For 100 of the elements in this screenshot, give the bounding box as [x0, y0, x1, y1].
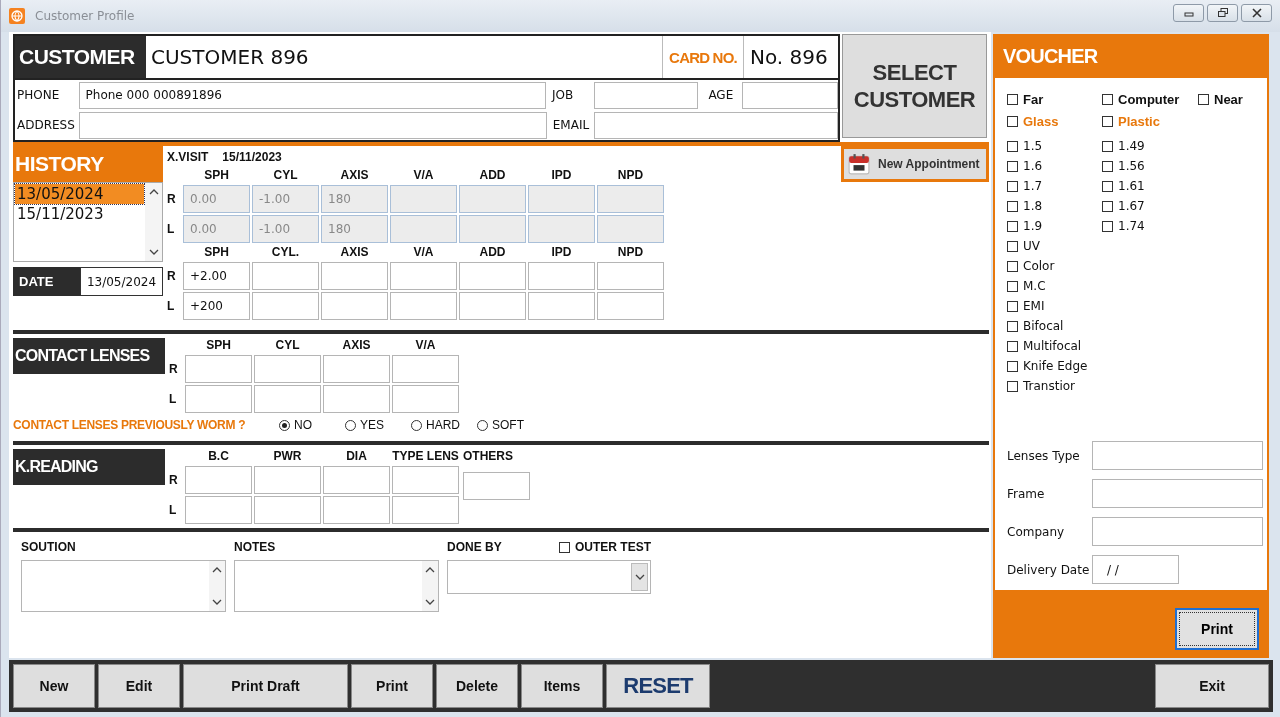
- checkbox[interactable]: UV: [1007, 236, 1102, 256]
- input-cell[interactable]: [528, 262, 595, 290]
- input-cell[interactable]: [392, 496, 459, 524]
- radio-option[interactable]: SOFT: [477, 418, 543, 432]
- job-field[interactable]: [593, 81, 698, 109]
- input-cell[interactable]: [323, 496, 390, 524]
- input-cell[interactable]: [254, 466, 321, 494]
- input-cell[interactable]: +2.00: [183, 262, 250, 290]
- checkbox[interactable]: EMI: [1007, 296, 1102, 316]
- checkbox[interactable]: Color: [1007, 256, 1102, 276]
- column-header: CYL: [272, 168, 299, 183]
- column-header: V/A: [412, 245, 435, 260]
- radio-option[interactable]: YES: [345, 418, 411, 432]
- toolbar-button[interactable]: RESET: [606, 664, 710, 708]
- input-cell[interactable]: [323, 466, 390, 494]
- input-cell[interactable]: [321, 292, 388, 320]
- select-customer-button[interactable]: SELECT CUSTOMER: [842, 34, 987, 138]
- input-cell[interactable]: [185, 466, 252, 494]
- history-date-item[interactable]: 15/11/2023: [15, 204, 144, 224]
- close-button[interactable]: [1241, 4, 1272, 22]
- checkbox[interactable]: 1.61: [1102, 176, 1197, 196]
- scroll-up-icon[interactable]: [148, 189, 159, 195]
- notes-field[interactable]: [234, 560, 439, 612]
- checkbox[interactable]: Knife Edge: [1007, 356, 1102, 376]
- checkbox[interactable]: 1.9: [1007, 216, 1102, 236]
- checkbox[interactable]: 1.8: [1007, 196, 1102, 216]
- input-cell[interactable]: [185, 385, 252, 413]
- age-field[interactable]: [741, 81, 838, 109]
- phone-field[interactable]: Phone 000 000891896: [78, 81, 546, 109]
- chevron-down-icon[interactable]: [634, 574, 645, 580]
- history-date-item[interactable]: 13/05/2024: [15, 184, 144, 204]
- checkbox[interactable]: Multifocal: [1007, 336, 1102, 356]
- row-label: L: [167, 299, 176, 313]
- input-cell[interactable]: [254, 496, 321, 524]
- input-cell[interactable]: [528, 292, 595, 320]
- input-cell[interactable]: [459, 292, 526, 320]
- new-appointment-button[interactable]: New Appointment: [841, 146, 989, 182]
- checkbox[interactable]: 1.5: [1007, 136, 1102, 156]
- toolbar-button[interactable]: New: [13, 664, 95, 708]
- scroll-up-icon[interactable]: [425, 567, 435, 573]
- phone-label: PHONE: [16, 88, 61, 102]
- input-field[interactable]: [1092, 441, 1263, 470]
- toolbar-button[interactable]: Edit: [98, 664, 180, 708]
- input-field[interactable]: [1092, 517, 1263, 546]
- input-cell[interactable]: [321, 262, 388, 290]
- input-cell[interactable]: [252, 262, 319, 290]
- input-cell[interactable]: [459, 262, 526, 290]
- input-cell[interactable]: [323, 385, 390, 413]
- outer-test-checkbox[interactable]: OUTER TEST: [559, 540, 651, 554]
- restore-button[interactable]: [1207, 4, 1238, 22]
- input-cell[interactable]: [254, 355, 321, 383]
- toolbar-button[interactable]: Delete: [436, 664, 518, 708]
- toolbar-button[interactable]: Print Draft: [183, 664, 348, 708]
- checkbox[interactable]: Bifocal: [1007, 316, 1102, 336]
- print-button[interactable]: Print: [1175, 608, 1259, 650]
- input-cell[interactable]: [185, 496, 252, 524]
- toolbar-button[interactable]: Exit: [1155, 664, 1269, 708]
- checkbox[interactable]: Far: [1007, 89, 1102, 109]
- scroll-down-icon[interactable]: [148, 249, 159, 255]
- checkbox[interactable]: 1.49: [1102, 136, 1197, 156]
- input-cell[interactable]: [392, 355, 459, 383]
- solution-field[interactable]: [21, 560, 226, 612]
- date-field[interactable]: 13/05/2024: [80, 267, 163, 296]
- checkbox[interactable]: 1.74: [1102, 216, 1197, 236]
- checkbox[interactable]: Computer: [1102, 89, 1198, 109]
- row-label: L: [167, 222, 176, 236]
- radio-option[interactable]: HARD: [411, 418, 477, 432]
- history-list[interactable]: 13/05/2024 15/11/2023: [13, 182, 163, 262]
- column-header: V/A: [414, 338, 437, 353]
- customer-name-field[interactable]: CUSTOMER 896: [146, 36, 663, 78]
- checkbox[interactable]: 1.56: [1102, 156, 1197, 176]
- toolbar-button[interactable]: Print: [351, 664, 433, 708]
- input-cell[interactable]: [323, 355, 390, 383]
- input-cell[interactable]: [390, 262, 457, 290]
- card-number-field[interactable]: No. 896: [744, 36, 838, 78]
- address-field[interactable]: [78, 111, 547, 139]
- checkbox[interactable]: 1.67: [1102, 196, 1197, 216]
- checkbox[interactable]: 1.7: [1007, 176, 1102, 196]
- others-field[interactable]: [463, 472, 530, 500]
- input-cell[interactable]: [254, 385, 321, 413]
- scroll-up-icon[interactable]: [212, 567, 222, 573]
- input-cell[interactable]: [185, 355, 252, 383]
- toolbar-button[interactable]: Items: [521, 664, 603, 708]
- input-cell[interactable]: [597, 262, 664, 290]
- input-cell[interactable]: [392, 385, 459, 413]
- input-cell[interactable]: [392, 466, 459, 494]
- input-cell[interactable]: [390, 292, 457, 320]
- checkbox[interactable]: Near: [1198, 89, 1267, 109]
- input-field[interactable]: / /: [1092, 555, 1179, 584]
- scroll-down-icon[interactable]: [212, 599, 222, 605]
- input-cell[interactable]: [252, 292, 319, 320]
- input-cell[interactable]: [597, 292, 664, 320]
- scroll-down-icon[interactable]: [425, 599, 435, 605]
- radio-option[interactable]: NO: [279, 418, 345, 432]
- email-field[interactable]: [594, 111, 838, 139]
- checkbox[interactable]: M.C: [1007, 276, 1102, 296]
- checkbox[interactable]: 1.6: [1007, 156, 1102, 176]
- input-field[interactable]: [1092, 479, 1263, 508]
- checkbox[interactable]: Transtior: [1007, 376, 1102, 396]
- input-cell[interactable]: +200: [183, 292, 250, 320]
